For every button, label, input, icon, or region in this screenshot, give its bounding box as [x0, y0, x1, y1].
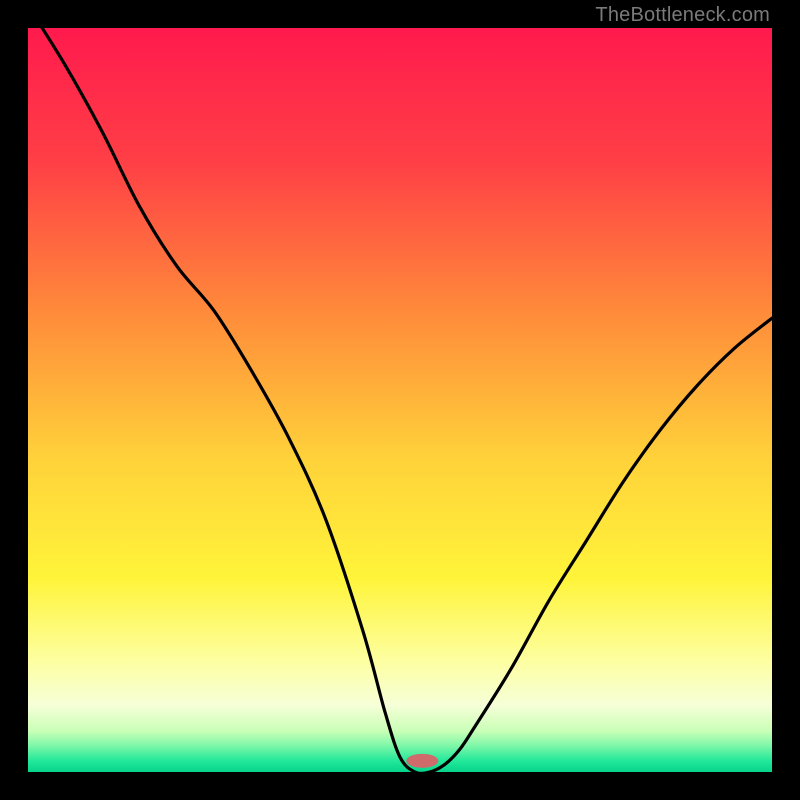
optimal-marker — [406, 754, 438, 768]
bottleneck-chart — [28, 28, 772, 772]
chart-frame — [28, 28, 772, 772]
chart-background — [28, 28, 772, 772]
watermark-text: TheBottleneck.com — [595, 4, 770, 27]
